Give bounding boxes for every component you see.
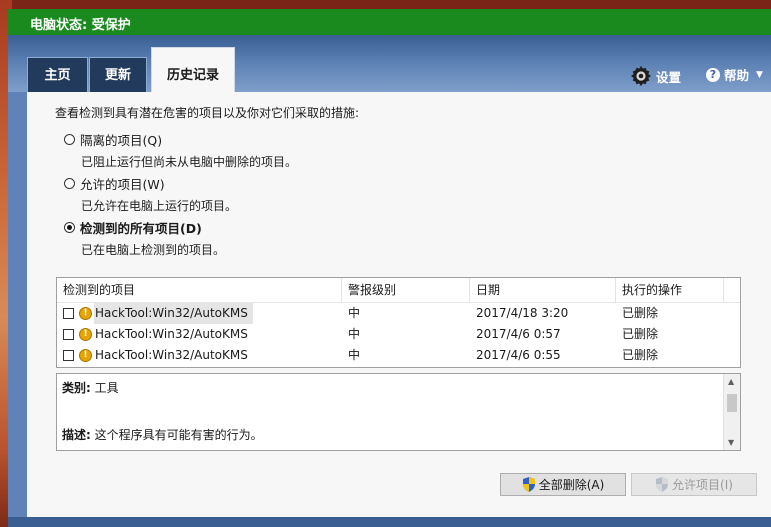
- details-scrollbar[interactable]: ▲ ▼: [723, 374, 740, 450]
- column-header-item[interactable]: 检测到的项目: [57, 278, 342, 302]
- remove-all-button[interactable]: 全部删除(A): [500, 473, 626, 496]
- description-value: 这个程序具有可能有害的行为。: [94, 428, 263, 442]
- tab-history[interactable]: 历史记录: [151, 47, 235, 93]
- scroll-down-icon[interactable]: ▼: [728, 438, 734, 447]
- option-allowed[interactable]: 允许的项目(W): [64, 174, 165, 193]
- help-label: 帮助: [724, 68, 750, 83]
- option-label: 隔离的项目(Q): [80, 133, 163, 148]
- cell-date: 2017/4/18 3:20: [476, 306, 569, 320]
- tab-home[interactable]: 主页: [27, 57, 88, 92]
- radio-quarantined[interactable]: [64, 134, 75, 145]
- column-header-level[interactable]: 警报级别: [342, 278, 470, 302]
- panel-bottom-border: [8, 517, 771, 527]
- cell-date: 2017/4/6 0:57: [476, 327, 561, 341]
- tab-update[interactable]: 更新: [89, 57, 147, 92]
- warning-icon: !: [79, 349, 92, 362]
- category-line: 类别: 工具: [62, 379, 119, 396]
- uac-shield-icon: [656, 477, 669, 492]
- cell-level: 中: [348, 327, 361, 341]
- option-label: 允许的项目(W): [80, 177, 165, 192]
- description-line: 描述: 这个程序具有可能有害的行为。: [62, 426, 263, 443]
- option-quarantined[interactable]: 隔离的项目(Q): [64, 130, 162, 149]
- warning-icon: !: [79, 328, 92, 341]
- cell-level: 中: [348, 348, 361, 362]
- cell-item: HackTool:Win32/AutoKMS: [94, 303, 253, 324]
- option-desc: 已阻止运行但尚未从电脑中删除的项目。: [81, 155, 298, 169]
- table-row[interactable]: ! HackTool:Win32/AutoKMS 中 2017/4/6 0:55…: [57, 345, 740, 366]
- row-checkbox[interactable]: [63, 329, 74, 340]
- cell-date: 2017/4/6 0:55: [476, 348, 561, 362]
- remove-all-label: 全部删除(A): [538, 478, 605, 492]
- details-pane: 类别: 工具 描述: 这个程序具有可能有害的行为。 ▲ ▼: [56, 373, 741, 451]
- cell-item: HackTool:Win32/AutoKMS: [95, 327, 248, 341]
- option-all-detected[interactable]: 检测到的所有项目(D): [64, 218, 202, 237]
- table-row[interactable]: ! HackTool:Win32/AutoKMS 中 2017/4/18 3:2…: [57, 303, 740, 324]
- radio-allowed[interactable]: [64, 178, 75, 189]
- cell-item: HackTool:Win32/AutoKMS: [95, 348, 248, 362]
- category-label: 类别:: [62, 381, 91, 395]
- panel-left-border: [8, 92, 27, 517]
- cell-action: 已删除: [622, 306, 659, 320]
- warning-icon: !: [79, 307, 92, 320]
- description-label: 描述:: [62, 428, 91, 442]
- cell-action: 已删除: [622, 327, 659, 341]
- scroll-up-icon[interactable]: ▲: [728, 377, 734, 386]
- status-bar: 电脑状态: 受保护: [8, 9, 771, 35]
- option-desc: 已在电脑上检测到的项目。: [81, 243, 226, 257]
- option-desc: 已允许在电脑上运行的项目。: [81, 199, 238, 213]
- cell-level: 中: [348, 306, 361, 320]
- row-checkbox[interactable]: [63, 350, 74, 361]
- settings-link[interactable]: 设置: [630, 65, 681, 87]
- column-header-date[interactable]: 日期: [470, 278, 616, 302]
- settings-label: 设置: [656, 69, 682, 85]
- scroll-thumb[interactable]: [727, 394, 737, 412]
- chevron-down-icon: ▼: [756, 69, 763, 80]
- radio-all-detected[interactable]: [64, 222, 75, 233]
- table-row[interactable]: ! HackTool:Win32/AutoKMS 中 2017/4/6 0:57…: [57, 324, 740, 345]
- intro-text: 查看检测到具有潜在危害的项目以及你对它们采取的措施:: [55, 106, 360, 120]
- row-checkbox[interactable]: [63, 308, 74, 319]
- help-link[interactable]: ? 帮助 ▼: [706, 65, 763, 84]
- column-header-action[interactable]: 执行的操作: [616, 278, 724, 302]
- category-value: 工具: [94, 381, 119, 395]
- allow-item-label: 允许项目(I): [672, 478, 733, 492]
- status-title: 电脑状态: 受保护: [30, 18, 131, 33]
- allow-item-button[interactable]: 允许项目(I): [631, 473, 757, 496]
- gear-icon: [630, 65, 652, 87]
- help-icon: ?: [706, 67, 720, 82]
- detected-items-table: 检测到的项目 警报级别 日期 执行的操作 ! HackTool:Win32/Au…: [56, 277, 741, 368]
- uac-shield-icon: [522, 477, 535, 492]
- option-label: 检测到的所有项目(D): [80, 221, 202, 236]
- cell-action: 已删除: [622, 348, 659, 362]
